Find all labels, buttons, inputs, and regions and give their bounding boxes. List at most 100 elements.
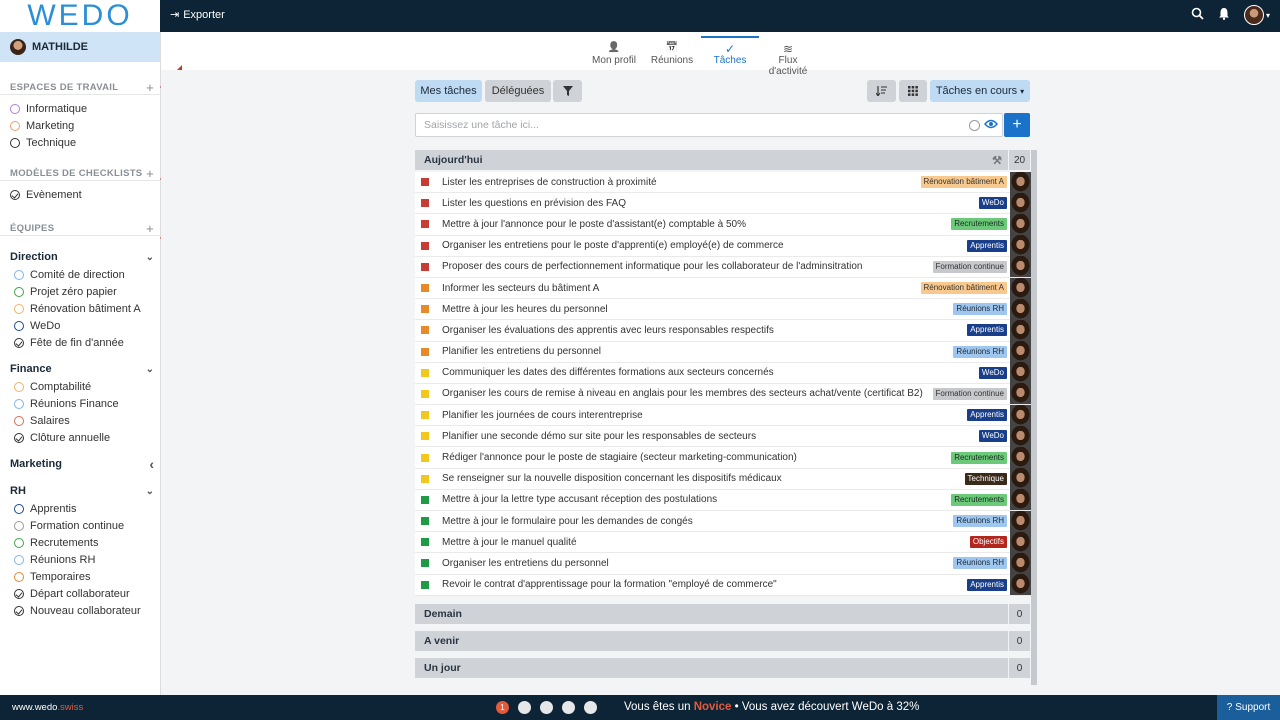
task-tag[interactable]: Réunions RH bbox=[953, 557, 1007, 570]
task-tag[interactable]: Réunions RH bbox=[953, 303, 1007, 316]
workspace-item[interactable]: Marketing bbox=[0, 117, 160, 134]
priority-marker[interactable] bbox=[421, 538, 429, 547]
priority-marker[interactable] bbox=[421, 411, 429, 420]
task-row[interactable]: Lister les entreprises de construction à… bbox=[415, 171, 1031, 194]
team-item[interactable]: Salaires bbox=[0, 412, 160, 429]
assignee-avatar[interactable] bbox=[1010, 574, 1031, 596]
task-row[interactable]: Mettre à jour le manuel qualité Objectifs bbox=[415, 531, 1031, 554]
task-tag[interactable]: Rénovation bâtiment A bbox=[920, 282, 1007, 295]
task-row[interactable]: Planifier une seconde démo sur site pour… bbox=[415, 425, 1031, 448]
add-team-button[interactable]: + bbox=[146, 221, 154, 236]
assignee-avatar[interactable] bbox=[1010, 531, 1031, 553]
magic-wand-icon[interactable]: ⚒ bbox=[992, 154, 1002, 167]
group-upcoming[interactable]: A venir bbox=[415, 631, 1008, 651]
priority-marker[interactable] bbox=[421, 580, 429, 589]
priority-marker[interactable] bbox=[421, 517, 429, 526]
assignee-avatar[interactable] bbox=[1010, 489, 1031, 511]
task-tag[interactable]: Formation continue bbox=[932, 260, 1007, 273]
task-row[interactable]: Planifier les journées de cours interent… bbox=[415, 404, 1031, 427]
task-row[interactable]: Organiser les entretiens pour le poste d… bbox=[415, 235, 1031, 257]
assignee-avatar[interactable] bbox=[1010, 192, 1031, 214]
priority-marker[interactable] bbox=[421, 241, 429, 250]
team-item[interactable]: Apprentis bbox=[0, 500, 160, 517]
task-tag[interactable]: Apprentis bbox=[967, 239, 1007, 252]
task-row[interactable]: Mettre à jour la lettre type accusant ré… bbox=[415, 489, 1031, 511]
circle-icon[interactable] bbox=[969, 120, 980, 131]
assignee-avatar[interactable] bbox=[1010, 383, 1031, 405]
team-item[interactable]: Projet zéro papier bbox=[0, 283, 160, 300]
group-tomorrow[interactable]: Demain bbox=[415, 604, 1008, 624]
chevron-down-icon[interactable]: ⌄ bbox=[146, 364, 154, 375]
sort-button[interactable] bbox=[867, 80, 896, 102]
assignee-avatar[interactable] bbox=[1010, 171, 1031, 193]
team-item[interactable]: Nouveau collaborateur bbox=[0, 602, 160, 619]
tab-r-unions[interactable]: 📅 Réunions bbox=[643, 36, 701, 70]
step-dot[interactable]: 1 bbox=[496, 701, 509, 714]
priority-marker[interactable] bbox=[421, 262, 429, 271]
task-tag[interactable]: Apprentis bbox=[967, 578, 1007, 591]
assignee-avatar[interactable] bbox=[1010, 341, 1031, 363]
team-item[interactable]: Comité de direction bbox=[0, 266, 160, 283]
search-icon[interactable] bbox=[1191, 7, 1204, 23]
user-avatar[interactable] bbox=[1243, 5, 1264, 25]
team-item[interactable]: Réunions Finance bbox=[0, 395, 160, 412]
add-checklist-button[interactable]: + bbox=[146, 166, 154, 181]
site-link[interactable]: www.wedo.swiss bbox=[12, 702, 83, 713]
team-item[interactable]: Formation continue bbox=[0, 517, 160, 534]
task-row[interactable]: Organiser les évaluations des apprentis … bbox=[415, 319, 1031, 342]
task-tag[interactable]: WeDo bbox=[978, 430, 1007, 443]
team-header[interactable]: Marketing ‹ bbox=[0, 455, 160, 473]
tab-flux-d-activit-[interactable]: ≋ Flux d'activité bbox=[759, 36, 817, 77]
assignee-avatar[interactable] bbox=[1010, 256, 1031, 278]
priority-marker[interactable] bbox=[421, 347, 429, 356]
task-tag[interactable]: WeDo bbox=[978, 366, 1007, 379]
assignee-avatar[interactable] bbox=[1010, 510, 1031, 532]
step-dot[interactable] bbox=[584, 701, 597, 714]
assignee-avatar[interactable] bbox=[1010, 213, 1031, 235]
task-row[interactable]: Mettre à jour l'annonce pour le poste d'… bbox=[415, 213, 1031, 236]
add-task-button[interactable]: + bbox=[1004, 113, 1030, 137]
filter-button[interactable] bbox=[553, 80, 582, 102]
task-tag[interactable]: Réunions RH bbox=[953, 345, 1007, 358]
task-tag[interactable]: Rénovation bâtiment A bbox=[920, 176, 1007, 189]
task-row[interactable]: Organiser les cours de remise à niveau e… bbox=[415, 383, 1031, 406]
my-tasks-button[interactable]: Mes tâches bbox=[415, 80, 482, 102]
eye-icon[interactable] bbox=[984, 119, 998, 132]
bell-icon[interactable] bbox=[1218, 7, 1230, 23]
priority-marker[interactable] bbox=[421, 559, 429, 568]
priority-marker[interactable] bbox=[421, 178, 429, 187]
task-tag[interactable]: WeDo bbox=[978, 197, 1007, 210]
task-row[interactable]: Planifier les entretiens du personnel Réu… bbox=[415, 341, 1031, 363]
assignee-avatar[interactable] bbox=[1010, 447, 1031, 469]
add-workspace-button[interactable]: + bbox=[146, 80, 154, 95]
new-task-field[interactable] bbox=[415, 113, 1003, 137]
team-item[interactable]: Clôture annuelle bbox=[0, 429, 160, 446]
assignee-avatar[interactable] bbox=[1010, 277, 1031, 299]
task-row[interactable]: Lister les questions en prévision des FA… bbox=[415, 192, 1031, 215]
priority-marker[interactable] bbox=[421, 305, 429, 314]
task-tag[interactable]: Apprentis bbox=[967, 409, 1007, 422]
task-row[interactable]: Organiser les entretiens du personnel Réu… bbox=[415, 552, 1031, 575]
task-tag[interactable]: Formation continue bbox=[932, 387, 1007, 400]
logo[interactable]: WEDO bbox=[0, 0, 160, 32]
task-tag[interactable]: Réunions RH bbox=[953, 515, 1007, 528]
assignee-avatar[interactable] bbox=[1010, 404, 1031, 426]
assignee-avatar[interactable] bbox=[1010, 298, 1031, 320]
task-row[interactable]: Informer les secteurs du bâtiment A Rénov… bbox=[415, 277, 1031, 300]
priority-marker[interactable] bbox=[421, 284, 429, 293]
task-row[interactable]: Mettre à jour les heures du personnel Réu… bbox=[415, 298, 1031, 321]
priority-marker[interactable] bbox=[421, 474, 429, 483]
assignee-avatar[interactable] bbox=[1010, 362, 1031, 384]
priority-marker[interactable] bbox=[421, 453, 429, 462]
assignee-avatar[interactable] bbox=[1010, 319, 1031, 341]
current-user[interactable]: MATHILDE bbox=[0, 32, 160, 62]
tab-mon-profil[interactable]: 👤 Mon profil bbox=[585, 36, 643, 70]
task-row[interactable]: Proposer des cours de perfectionnement i… bbox=[415, 256, 1031, 278]
chevron-down-icon[interactable]: ⌄ bbox=[146, 252, 154, 263]
step-dot[interactable] bbox=[540, 701, 553, 714]
team-item[interactable]: Fête de fin d'année bbox=[0, 334, 160, 351]
task-row[interactable]: Mettre à jour le formulaire pour les dem… bbox=[415, 510, 1031, 533]
tab-t-ches[interactable]: ✓ Tâches bbox=[701, 36, 759, 70]
delegated-button[interactable]: Déléguées bbox=[485, 80, 551, 102]
task-tag[interactable]: Recrutements bbox=[951, 493, 1007, 506]
